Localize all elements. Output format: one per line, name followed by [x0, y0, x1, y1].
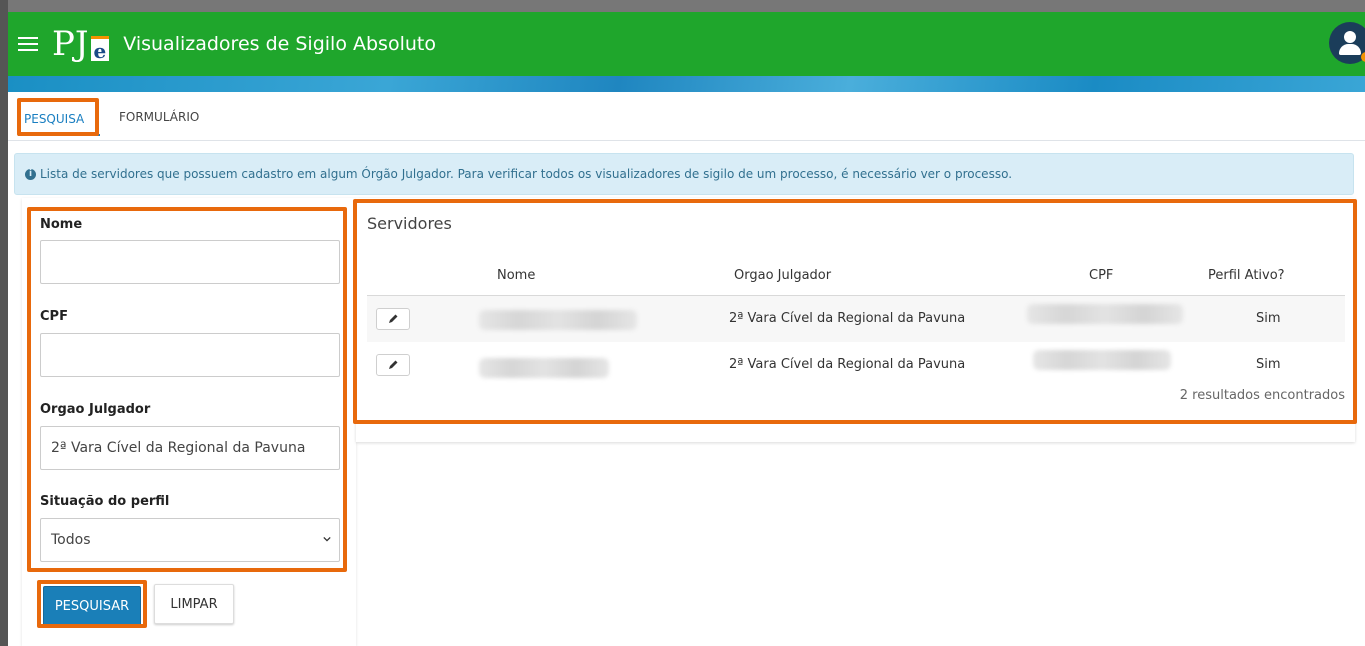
highlight-form-fields [27, 207, 347, 572]
info-icon: i [25, 168, 36, 180]
pje-logo[interactable]: PJ e [52, 24, 110, 64]
app-header: PJ e Visualizadores de Sigilo Absoluto [8, 12, 1365, 76]
logo-text: PJ [52, 24, 89, 64]
decorative-stripe [8, 76, 1365, 92]
alert-text: Lista de servidores que possuem cadastro… [40, 167, 1013, 181]
tab-formulario[interactable]: FORMULÁRIO [119, 110, 199, 124]
tab-bar: PESQUISA FORMULÁRIO [8, 92, 1365, 141]
highlight-results [353, 199, 1357, 424]
info-alert: i Lista de servidores que possuem cadast… [14, 153, 1354, 195]
page-title: Visualizadores de Sigilo Absoluto [123, 33, 436, 55]
status-dot-icon [1361, 52, 1365, 62]
limpar-button[interactable]: LIMPAR [154, 584, 234, 624]
user-avatar-icon[interactable] [1329, 22, 1365, 64]
highlight-pesquisar-button [37, 580, 147, 628]
window-frame-top [0, 0, 1365, 12]
logo-accent: e [90, 36, 110, 61]
menu-icon[interactable] [18, 37, 38, 51]
window-frame-left [0, 0, 8, 646]
highlight-tab-pesquisa [17, 98, 99, 136]
